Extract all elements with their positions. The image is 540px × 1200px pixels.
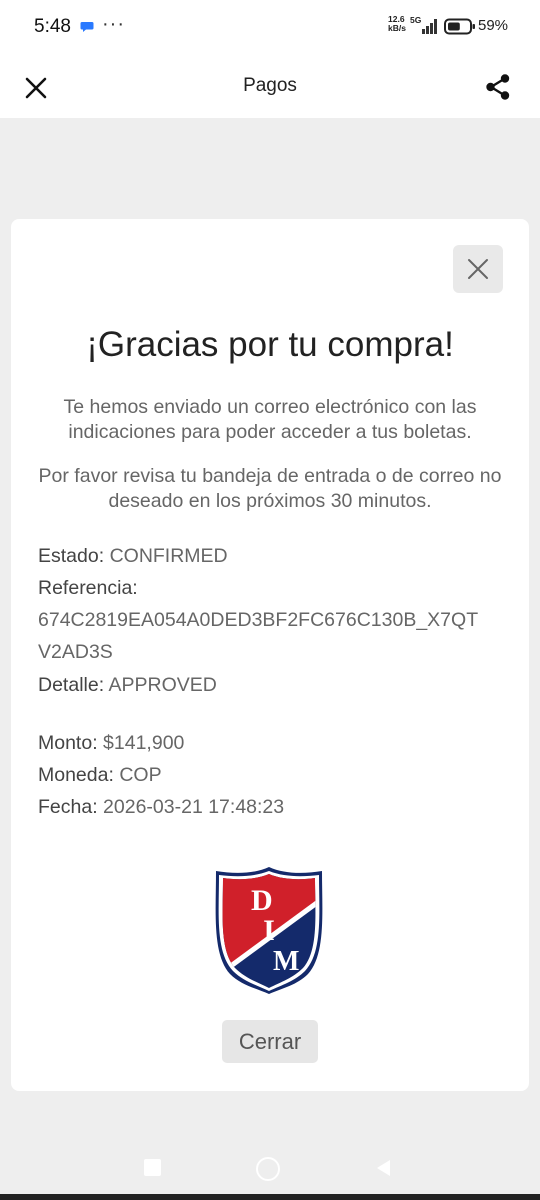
page-title: Pagos bbox=[243, 75, 297, 96]
date-value: 2026-03-21 17:48:23 bbox=[103, 796, 285, 818]
battery-icon bbox=[444, 18, 475, 35]
status-time: 5:48 bbox=[34, 16, 71, 37]
dialog-close-button[interactable] bbox=[453, 245, 503, 293]
status-value: CONFIRMED bbox=[109, 545, 228, 567]
network-speed: 12.6 kB/s bbox=[388, 15, 406, 33]
thank-you-title: ¡Gracias por tu compra! bbox=[86, 325, 454, 364]
network-speed-unit: kB/s bbox=[388, 23, 406, 33]
reference-value-line1: 674C2819EA054A0DED3BF2FC676C130B_X7QT bbox=[38, 609, 479, 631]
logo-letter-i: I bbox=[263, 914, 275, 947]
app-bar: Pagos bbox=[0, 56, 540, 118]
amount-label: Monto: bbox=[38, 732, 98, 754]
status-label: Estado: bbox=[38, 545, 105, 567]
chat-notification-icon bbox=[80, 22, 94, 32]
detail-row: Detalle: APPROVED bbox=[38, 674, 217, 697]
check-inbox-message: Por favor revisa tu bandeja de entrada o… bbox=[38, 465, 502, 512]
close-x-icon bbox=[468, 259, 488, 279]
email-sent-message: Te hemos enviado un correo electrónico c… bbox=[63, 396, 477, 443]
currency-label: Moneda: bbox=[38, 764, 114, 786]
logo-letter-d: D bbox=[251, 884, 273, 917]
status-bar: 5:48 ··· 12.6 kB/s 5G 59% bbox=[0, 0, 540, 56]
more-notifications-icon: ··· bbox=[102, 13, 125, 35]
back-button-icon[interactable] bbox=[374, 1158, 392, 1178]
navigation-divider bbox=[0, 1194, 540, 1200]
status-row: Estado: CONFIRMED bbox=[38, 545, 228, 568]
detail-label: Detalle: bbox=[38, 674, 105, 696]
detail-value: APPROVED bbox=[108, 674, 217, 696]
close-button[interactable]: Cerrar bbox=[222, 1020, 318, 1063]
amount-row: Monto: $141,900 bbox=[38, 732, 184, 755]
currency-row: Moneda: COP bbox=[38, 764, 162, 787]
signal-icon bbox=[422, 19, 437, 34]
team-crest-logo: D I M bbox=[215, 867, 323, 994]
reference-label: Referencia: bbox=[38, 577, 138, 599]
reference-value-line2: V2AD3S bbox=[38, 641, 113, 663]
date-label: Fecha: bbox=[38, 796, 98, 818]
battery-percent: 59% bbox=[478, 17, 509, 34]
currency-value: COP bbox=[119, 764, 162, 786]
home-button[interactable] bbox=[256, 1157, 280, 1181]
date-row: Fecha: 2026-03-21 17:48:23 bbox=[38, 796, 284, 819]
recent-apps-button[interactable] bbox=[144, 1159, 161, 1176]
amount-value: $141,900 bbox=[103, 732, 185, 754]
system-navigation-bar bbox=[0, 1140, 540, 1200]
purchase-confirmation-card: ¡Gracias por tu compra! Te hemos enviado… bbox=[11, 219, 529, 1091]
share-icon[interactable] bbox=[483, 72, 513, 102]
logo-letter-m: M bbox=[273, 946, 299, 977]
